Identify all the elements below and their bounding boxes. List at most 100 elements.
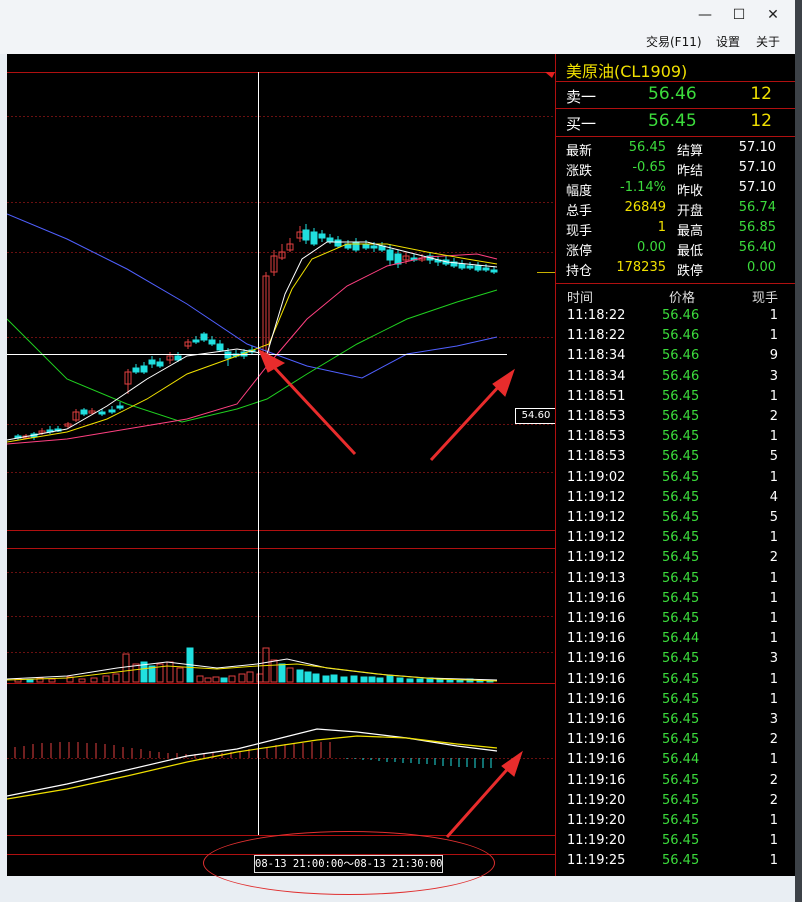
- ticks-header-time: 时间: [567, 291, 594, 306]
- tick-volume: 2: [769, 732, 778, 748]
- stat-label: 涨跌: [566, 164, 593, 179]
- tick-price: 56.45: [662, 792, 700, 808]
- tick-time: 11:19:16: [567, 732, 626, 748]
- tick-time: 11:19:20: [567, 813, 626, 828]
- tick-time: 11:18:22: [567, 328, 626, 344]
- ask-price: 56.46: [648, 84, 697, 104]
- tick-volume: 2: [769, 772, 778, 788]
- bid-volume: 12: [750, 111, 772, 131]
- stat-value: 178235: [616, 260, 666, 275]
- tick-volume: 2: [769, 550, 778, 566]
- tick-volume: 1: [769, 691, 778, 707]
- menu-settings[interactable]: 设置: [716, 32, 740, 52]
- tick-price: 56.46: [662, 348, 700, 364]
- tick-time: 11:19:12: [567, 510, 626, 525]
- stat-value: 57.10: [738, 180, 776, 195]
- tick-time: 11:19:16: [567, 611, 626, 626]
- tick-volume: 3: [769, 712, 778, 727]
- tick-time: 11:19:16: [567, 752, 626, 768]
- tick-volume: 3: [769, 651, 778, 667]
- tick-row: 11:18:51 56.45 1: [556, 389, 796, 409]
- tick-time: 11:19:16: [567, 631, 626, 647]
- arrow-annotation: [445, 763, 514, 838]
- tick-time: 11:19:16: [567, 651, 626, 667]
- tick-row: 11:19:16 56.45 1: [556, 672, 796, 692]
- maximize-button[interactable]: ☐: [722, 3, 756, 27]
- quote-panel: 美原油(CL1909) 卖一 56.46 12 买一 56.45 12 最新 56…: [555, 54, 796, 876]
- stat-value: 57.10: [738, 140, 776, 155]
- tick-row: 11:19:16 56.45 1: [556, 611, 796, 631]
- tick-time: 11:19:16: [567, 590, 626, 606]
- tick-time: 11:18:53: [567, 409, 626, 424]
- bid-label: 买一: [566, 115, 597, 133]
- tick-row: 11:19:16 56.45 3: [556, 651, 796, 671]
- volume-bars: [7, 647, 498, 683]
- arrow-annotation: [271, 364, 357, 456]
- tick-time: 11:19:12: [567, 530, 626, 546]
- stat-value: 56.40: [738, 240, 776, 255]
- tick-volume: 1: [769, 671, 778, 687]
- tick-time: 11:19:20: [567, 833, 626, 849]
- tick-price: 56.45: [662, 671, 700, 687]
- tick-price: 56.46: [662, 308, 700, 323]
- tick-price: 56.45: [662, 651, 700, 667]
- close-button[interactable]: ✕: [756, 3, 790, 27]
- desktop-edge: [795, 0, 802, 902]
- arrow-annotation: [429, 382, 503, 462]
- tick-row: 11:18:34 56.46 3: [556, 369, 796, 389]
- tick-volume: 1: [769, 833, 778, 849]
- stat-label: 昨结: [677, 164, 704, 179]
- title-bar: — ☐ ✕: [0, 0, 795, 30]
- tick-volume: 4: [769, 489, 778, 505]
- tick-row: 11:19:20 56.45 1: [556, 813, 796, 833]
- tick-time: 11:18:22: [567, 308, 626, 323]
- ask-volume: 12: [750, 84, 772, 104]
- tick-price: 56.45: [662, 429, 700, 445]
- tick-row: 11:18:34 56.46 9: [556, 348, 796, 368]
- ticks-header-price: 价格: [669, 291, 696, 306]
- tick-volume: 5: [769, 449, 778, 465]
- tick-volume: 1: [769, 328, 778, 344]
- tick-row: 11:19:16 56.44 1: [556, 752, 796, 772]
- tick-row: 11:18:53 56.45 5: [556, 449, 796, 469]
- corner-marker: [545, 72, 555, 78]
- tick-row: 11:19:12 56.45 5: [556, 510, 796, 530]
- tick-time: 11:19:16: [567, 671, 626, 687]
- tick-time: 11:19:25: [567, 853, 626, 869]
- ask-row[interactable]: 卖一 56.46 12: [556, 82, 796, 108]
- tick-row: 11:19:16 56.44 1: [556, 631, 796, 651]
- menu-trade[interactable]: 交易(F11): [646, 32, 702, 52]
- tick-row: 11:18:53 56.45 1: [556, 429, 796, 449]
- kline-chart-panel[interactable]: 54.60: [7, 54, 557, 876]
- stat-value: 0.00: [747, 260, 776, 275]
- tick-volume: 1: [769, 853, 778, 869]
- tick-row: 11:19:13 56.45 1: [556, 571, 796, 591]
- tick-price: 56.45: [662, 853, 700, 869]
- menu-about[interactable]: 关于: [756, 32, 780, 52]
- tick-row: 11:19:20 56.45 1: [556, 833, 796, 853]
- minimize-button[interactable]: —: [688, 3, 722, 27]
- tick-volume: 1: [769, 308, 778, 323]
- tick-time: 11:19:20: [567, 792, 626, 808]
- tick-row: 11:18:22 56.46 1: [556, 308, 796, 328]
- symbol-title: 美原油(CL1909): [566, 62, 688, 81]
- tick-volume: 1: [769, 590, 778, 606]
- tick-price: 56.45: [662, 388, 700, 404]
- tick-time: 11:19:16: [567, 772, 626, 788]
- bid-row[interactable]: 买一 56.45 12: [556, 109, 796, 135]
- tick-price: 56.45: [662, 469, 700, 485]
- tick-price: 56.44: [662, 752, 700, 768]
- tick-volume: 1: [769, 570, 778, 586]
- stat-label: 最新: [566, 144, 593, 159]
- stat-label: 昨收: [677, 184, 704, 199]
- tick-row: 11:19:25 56.45 1: [556, 853, 796, 873]
- kline-chart[interactable]: [7, 54, 555, 876]
- menu-bar: 交易(F11) 设置 关于: [0, 30, 795, 54]
- tick-time: 11:18:53: [567, 449, 626, 465]
- tick-price: 56.45: [662, 833, 700, 849]
- tick-price: 56.45: [662, 712, 700, 727]
- tick-volume: 5: [769, 510, 778, 525]
- crosshair-price-label: 54.60: [515, 408, 557, 424]
- tick-row: 11:19:02 56.45 1: [556, 470, 796, 490]
- ask-label: 卖一: [566, 88, 597, 106]
